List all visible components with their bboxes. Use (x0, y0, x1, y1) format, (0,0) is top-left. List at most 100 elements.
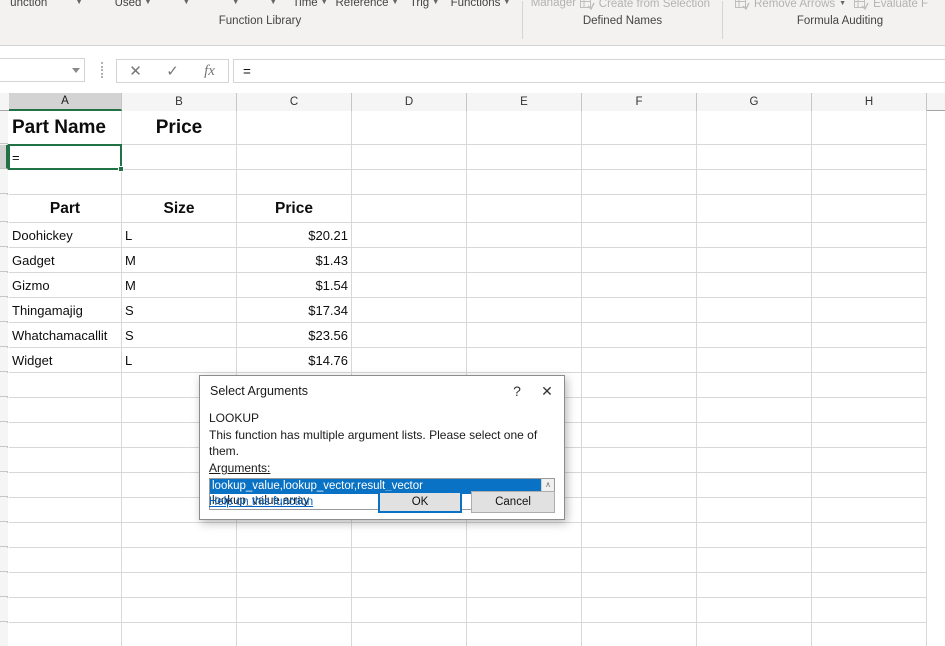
cell-F20[interactable] (582, 598, 697, 623)
cell-C6[interactable]: $1.43 (237, 248, 352, 273)
cell-B19[interactable] (122, 573, 237, 598)
row-header[interactable] (0, 548, 8, 572)
cell-H7[interactable] (812, 273, 927, 298)
cell-A8[interactable]: Thingamajig (9, 298, 122, 323)
chevron-down-icon[interactable]: ▼ (270, 0, 277, 10)
cell-F17[interactable] (582, 523, 697, 548)
row-header[interactable] (0, 498, 8, 522)
cell-F3[interactable] (582, 170, 697, 195)
cell-H15[interactable] (812, 473, 927, 498)
cell-H13[interactable] (812, 423, 927, 448)
cell-F11[interactable] (582, 373, 697, 398)
cell-C10[interactable]: $14.76 (237, 348, 352, 373)
cell-C17[interactable] (237, 523, 352, 548)
ribbon-button-more[interactable]: MoreFunctions▼ (447, 0, 514, 10)
cell-A3[interactable] (9, 170, 122, 195)
row-header[interactable] (0, 323, 8, 347)
formula-bar-drag-handle[interactable] (100, 62, 104, 78)
cell-C5[interactable]: $20.21 (237, 223, 352, 248)
column-header-F[interactable]: F (582, 93, 697, 111)
cell-C4[interactable]: Price (237, 195, 352, 223)
cell-B21[interactable] (122, 623, 237, 646)
cell-A10[interactable]: Widget (9, 348, 122, 373)
cell-F14[interactable] (582, 448, 697, 473)
row-header[interactable] (0, 448, 8, 472)
cell-D8[interactable] (352, 298, 467, 323)
cell-D7[interactable] (352, 273, 467, 298)
cell-F9[interactable] (582, 323, 697, 348)
cell-A4[interactable]: Part (9, 195, 122, 223)
cell-A9[interactable]: Whatchamacallit (9, 323, 122, 348)
cell-C9[interactable]: $23.56 (237, 323, 352, 348)
cell-E2[interactable] (467, 145, 582, 170)
cell-A7[interactable]: Gizmo (9, 273, 122, 298)
cell-H17[interactable] (812, 523, 927, 548)
cell-H14[interactable] (812, 448, 927, 473)
ribbon-button-financial[interactable]: Financial▼ (159, 0, 213, 10)
cell-A15[interactable] (9, 473, 122, 498)
cell-B6[interactable]: M (122, 248, 237, 273)
cell-D4[interactable] (352, 195, 467, 223)
column-header-G[interactable]: G (697, 93, 812, 111)
cell-G16[interactable] (697, 498, 812, 523)
cell-D9[interactable] (352, 323, 467, 348)
cell-A19[interactable] (9, 573, 122, 598)
row-header[interactable] (0, 573, 8, 597)
cell-F21[interactable] (582, 623, 697, 646)
cell-B9[interactable]: S (122, 323, 237, 348)
cell-D2[interactable] (352, 145, 467, 170)
cell-A6[interactable]: Gadget (9, 248, 122, 273)
cell-B10[interactable]: L (122, 348, 237, 373)
formula-input[interactable]: = (233, 59, 945, 83)
cell-G6[interactable] (697, 248, 812, 273)
fill-handle[interactable] (118, 166, 124, 172)
insert-function-icon[interactable]: fx (195, 60, 225, 82)
cell-E3[interactable] (467, 170, 582, 195)
ribbon-button-lookup[interactable]: Lookup &Reference▼ (332, 0, 402, 10)
ribbon-button-date[interactable]: Date &Time▼ (288, 0, 332, 10)
ribbon-button-logical[interactable]: Logical▼ (213, 0, 258, 10)
cell-E10[interactable] (467, 348, 582, 373)
cell-B4[interactable]: Size (122, 195, 237, 223)
cell-F18[interactable] (582, 548, 697, 573)
ribbon-button-recently[interactable]: RecentlyUsed▼ (107, 0, 160, 10)
cell-E20[interactable] (467, 598, 582, 623)
cell-C21[interactable] (237, 623, 352, 646)
cell-H20[interactable] (812, 598, 927, 623)
chevron-down-icon[interactable]: ▼ (183, 0, 190, 10)
cell-A20[interactable] (9, 598, 122, 623)
cell-G11[interactable] (697, 373, 812, 398)
cell-H1[interactable] (812, 111, 927, 145)
cell-G1[interactable] (697, 111, 812, 145)
column-header-D[interactable]: D (352, 93, 467, 111)
cell-F15[interactable] (582, 473, 697, 498)
cell-G10[interactable] (697, 348, 812, 373)
cell-D21[interactable] (352, 623, 467, 646)
cell-H10[interactable] (812, 348, 927, 373)
cell-E17[interactable] (467, 523, 582, 548)
chevron-down-icon[interactable]: ▼ (432, 0, 439, 10)
column-header-A[interactable]: A (9, 93, 122, 111)
chevron-down-icon[interactable]: ▼ (503, 0, 510, 10)
cell-H12[interactable] (812, 398, 927, 423)
cell-B5[interactable]: L (122, 223, 237, 248)
cell-G4[interactable] (697, 195, 812, 223)
row-header[interactable] (0, 273, 8, 297)
chevron-down-icon[interactable]: ▼ (392, 0, 399, 10)
cell-G13[interactable] (697, 423, 812, 448)
cell-D5[interactable] (352, 223, 467, 248)
column-header-C[interactable]: C (237, 93, 352, 111)
cell-D17[interactable] (352, 523, 467, 548)
cell-F6[interactable] (582, 248, 697, 273)
cell-B3[interactable] (122, 170, 237, 195)
cell-G20[interactable] (697, 598, 812, 623)
cell-A18[interactable] (9, 548, 122, 573)
cell-A11[interactable] (9, 373, 122, 398)
cell-E7[interactable] (467, 273, 582, 298)
cell-G9[interactable] (697, 323, 812, 348)
cancel-button[interactable]: Cancel (471, 491, 555, 513)
cell-G8[interactable] (697, 298, 812, 323)
cell-G21[interactable] (697, 623, 812, 646)
cell-A17[interactable] (9, 523, 122, 548)
cell-C2[interactable] (237, 145, 352, 170)
